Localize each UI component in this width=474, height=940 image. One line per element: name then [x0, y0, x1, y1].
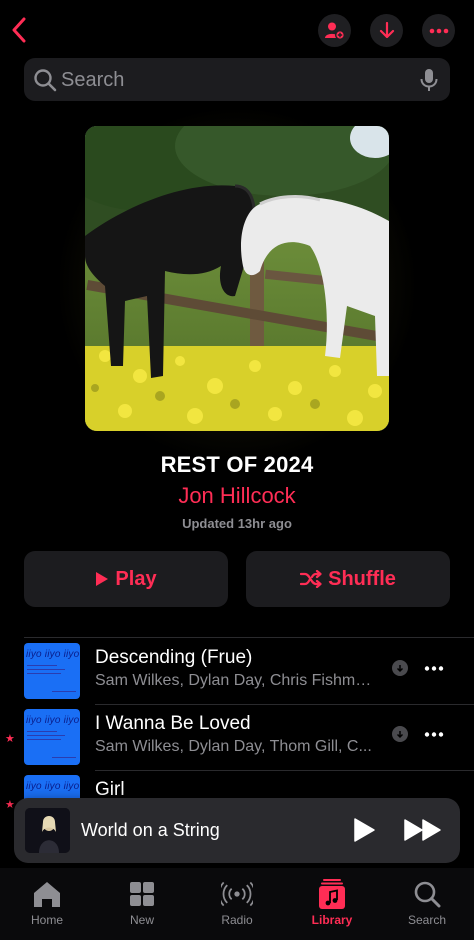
play-icon[interactable]: [351, 817, 377, 843]
now-playing-title: World on a String: [81, 820, 220, 840]
track-artists: Sam Wilkes, Dylan Day, Chris Fishma...: [95, 672, 375, 689]
track-name: Descending (Frue): [95, 647, 253, 668]
shuffle-icon: [300, 570, 322, 588]
chevron-left-icon: [12, 17, 26, 43]
tab-label: Library: [311, 913, 353, 927]
track-artwork-text: iiyo iiyo iiyo: [26, 715, 80, 726]
playlist-title: REST OF 2024: [160, 452, 314, 477]
tab-label: New: [129, 913, 154, 927]
track-artwork: iiyo iiyo iiyo: [24, 643, 80, 699]
tab-library[interactable]: Library: [292, 878, 372, 927]
back-button[interactable]: [8, 14, 30, 46]
track-row[interactable]: ★ iiyo iiyo iiyo I Wanna Be Loved Sam Wi…: [0, 704, 474, 770]
tab-home[interactable]: Home: [7, 878, 87, 927]
track-artwork-text: iiyo iiyo iiyo: [26, 649, 80, 660]
play-button[interactable]: Play: [24, 551, 228, 607]
fast-forward-icon[interactable]: [404, 818, 442, 842]
tab-label: Home: [30, 913, 63, 927]
more-icon[interactable]: [420, 655, 448, 681]
play-label: Play: [115, 567, 157, 590]
download-icon[interactable]: [392, 660, 408, 676]
download-icon: [379, 21, 394, 38]
playlist-artwork: [85, 126, 389, 431]
tab-label: Search: [407, 913, 447, 927]
tab-search[interactable]: Search: [387, 878, 467, 927]
playlist-curator[interactable]: Jon Hillcock: [0, 483, 474, 509]
playlist-updated: Updated 13hr ago: [182, 516, 292, 531]
more-icon[interactable]: [420, 721, 448, 747]
top-bar: [0, 0, 474, 60]
grid-icon: [130, 882, 154, 906]
track-row[interactable]: iiyo iiyo iiyo Descending (Frue) Sam Wil…: [0, 638, 474, 704]
music-library-icon: [319, 879, 345, 909]
download-icon[interactable]: [392, 726, 408, 742]
download-button[interactable]: [370, 14, 403, 47]
microphone-icon[interactable]: [418, 67, 440, 93]
search-icon: [414, 881, 441, 908]
search-placeholder: Search: [61, 69, 125, 91]
shuffle-label: Shuffle: [328, 567, 396, 590]
play-icon: [96, 572, 109, 586]
search-field[interactable]: Search: [24, 58, 450, 101]
add-collaborator-button[interactable]: [318, 14, 351, 47]
radio-waves-icon: [221, 881, 253, 907]
track-name: I Wanna Be Loved: [95, 713, 251, 734]
tab-label: Radio: [221, 913, 253, 927]
shuffle-button[interactable]: Shuffle: [246, 551, 450, 607]
track-artwork: iiyo iiyo iiyo: [24, 709, 80, 765]
more-icon: [429, 28, 448, 33]
favorite-star-icon: ★: [5, 733, 15, 745]
search-icon: [34, 69, 57, 92]
more-options-button[interactable]: [422, 14, 455, 47]
tab-bar: Home New Radio Library Search: [0, 868, 474, 940]
now-playing-artwork: [25, 808, 70, 853]
tab-new[interactable]: New: [102, 878, 182, 927]
now-playing-bar[interactable]: World on a String: [14, 798, 460, 863]
track-artwork-text: iiyo iiyo iiyo: [26, 781, 80, 792]
tab-radio[interactable]: Radio: [197, 878, 277, 927]
track-artists: Sam Wilkes, Dylan Day, Thom Gill, C...: [95, 738, 372, 755]
add-person-icon: [324, 22, 345, 40]
home-icon: [34, 882, 60, 907]
